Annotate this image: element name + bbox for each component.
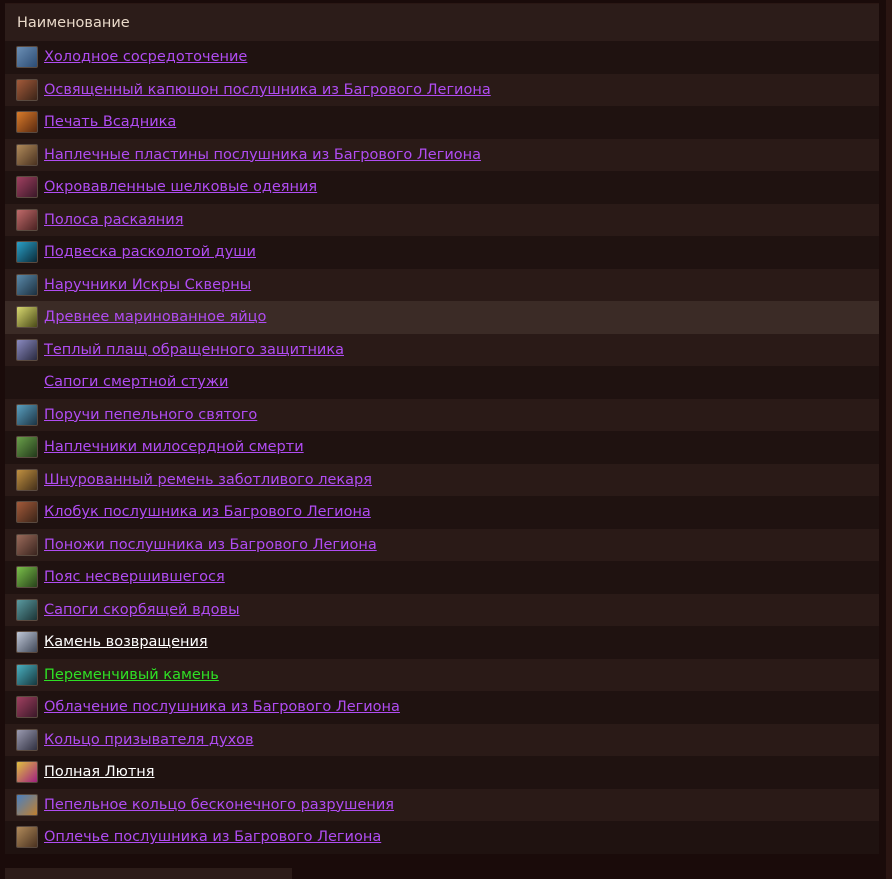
- ash-ring-icon[interactable]: [16, 793, 38, 816]
- item-link[interactable]: Оплечье послушника из Багрового Легиона: [44, 829, 381, 845]
- lute-icon[interactable]: [16, 761, 38, 784]
- table-row[interactable]: Печать Всадника: [5, 106, 879, 139]
- item-link[interactable]: Сапоги смертной стужи: [44, 374, 228, 390]
- table-row[interactable]: Наплечники милосердной смерти: [5, 431, 879, 464]
- table-row[interactable]: Древнее маринованное яйцо: [5, 301, 879, 334]
- table-row[interactable]: Оплечье послушника из Багрового Легиона: [5, 821, 879, 854]
- laced-belt-icon[interactable]: [16, 468, 38, 491]
- shifting-stone-icon[interactable]: [16, 663, 38, 686]
- belt-icon[interactable]: [16, 208, 38, 231]
- boots-icon[interactable]: [16, 598, 38, 621]
- item-link[interactable]: Полная Лютня: [44, 764, 155, 780]
- item-link[interactable]: Наплечники милосердной смерти: [44, 439, 304, 455]
- leggings-icon[interactable]: [16, 533, 38, 556]
- table-row[interactable]: Наручники Искры Скверны: [5, 268, 879, 301]
- items-table-body: Холодное сосредоточение Освященный капюшо…: [5, 41, 879, 854]
- item-link[interactable]: Переменчивый камень: [44, 667, 219, 683]
- item-link[interactable]: Кольцо призывателя духов: [44, 732, 254, 748]
- hearthstone-icon[interactable]: [16, 631, 38, 654]
- item-link[interactable]: Печать Всадника: [44, 114, 176, 130]
- column-header-label: Наименование: [17, 14, 130, 31]
- table-row[interactable]: Шнурованный ремень заботливого лекаря: [5, 463, 879, 496]
- vestment-icon[interactable]: [16, 696, 38, 719]
- pendant-icon[interactable]: [16, 241, 38, 264]
- item-link[interactable]: Сапоги скорбящей вдовы: [44, 602, 240, 618]
- table-row[interactable]: Полоса раскаяния: [5, 203, 879, 236]
- item-link[interactable]: Клобук послушника из Багрового Легиона: [44, 504, 371, 520]
- table-row[interactable]: Сапоги смертной стужи: [5, 366, 879, 399]
- table-row[interactable]: Поручи пепельного святого: [5, 398, 879, 431]
- item-link[interactable]: Холодное сосредоточение: [44, 49, 247, 65]
- item-link[interactable]: Подвеска расколотой души: [44, 244, 256, 260]
- robe-icon[interactable]: [16, 176, 38, 199]
- item-link[interactable]: Облачение послушника из Багрового Легион…: [44, 699, 400, 715]
- table-row[interactable]: Теплый плащ обращенного защитника: [5, 333, 879, 366]
- bottom-scrollbar[interactable]: [5, 868, 292, 879]
- item-link[interactable]: Поручи пепельного святого: [44, 407, 257, 423]
- table-row[interactable]: Переменчивый камень: [5, 658, 879, 691]
- table-row[interactable]: Холодное сосредоточение: [5, 41, 879, 74]
- bracers-icon[interactable]: [16, 273, 38, 296]
- item-link[interactable]: Пояс несвершившегося: [44, 569, 225, 585]
- table-row[interactable]: Освященный капюшон послушника из Багрово…: [5, 73, 879, 106]
- item-link[interactable]: Наплечные пластины послушника из Багрово…: [44, 147, 481, 163]
- item-link[interactable]: Теплый плащ обращенного защитника: [44, 342, 344, 358]
- wrist-guards-icon[interactable]: [16, 403, 38, 426]
- page-right-edge: [886, 0, 892, 879]
- item-link[interactable]: Шнурованный ремень заботливого лекаря: [44, 472, 372, 488]
- item-link[interactable]: Полоса раскаяния: [44, 212, 183, 228]
- frost-focus-icon[interactable]: [16, 46, 38, 69]
- item-link[interactable]: Наручники Искры Скверны: [44, 277, 251, 293]
- table-row[interactable]: Пояс несвершившегося: [5, 561, 879, 594]
- item-link[interactable]: Пепельное кольцо бесконечного разрушения: [44, 797, 394, 813]
- table-row[interactable]: Наплечные пластины послушника из Багрово…: [5, 138, 879, 171]
- cowl-icon[interactable]: [16, 501, 38, 524]
- table-row[interactable]: Подвеска расколотой души: [5, 236, 879, 269]
- item-link[interactable]: Камень возвращения: [44, 634, 208, 650]
- item-link[interactable]: Древнее маринованное яйцо: [44, 309, 266, 325]
- spirit-ring-icon[interactable]: [16, 728, 38, 751]
- shoulder-plates-icon[interactable]: [16, 143, 38, 166]
- seal-icon[interactable]: [16, 111, 38, 134]
- egg-icon[interactable]: [16, 306, 38, 329]
- column-header-name[interactable]: Наименование: [5, 4, 879, 41]
- table-row[interactable]: Полная Лютня: [5, 756, 879, 789]
- hood-icon[interactable]: [16, 78, 38, 101]
- table-row[interactable]: Облачение послушника из Багрового Легион…: [5, 691, 879, 724]
- cloak-icon[interactable]: [16, 338, 38, 361]
- items-table: Наименование Холодное сосредоточение Освя…: [5, 3, 879, 854]
- table-row[interactable]: Камень возвращения: [5, 626, 879, 659]
- table-row[interactable]: Поножи послушника из Багрового Легиона: [5, 528, 879, 561]
- item-link[interactable]: Освященный капюшон послушника из Багрово…: [44, 82, 491, 98]
- table-row[interactable]: Клобук послушника из Багрового Легиона: [5, 496, 879, 529]
- table-row[interactable]: Кольцо призывателя духов: [5, 723, 879, 756]
- mantle-icon[interactable]: [16, 826, 38, 849]
- table-row[interactable]: Сапоги скорбящей вдовы: [5, 593, 879, 626]
- table-row[interactable]: Окровавленные шелковые одеяния: [5, 171, 879, 204]
- table-row[interactable]: Пепельное кольцо бесконечного разрушения: [5, 788, 879, 821]
- item-link[interactable]: Поножи послушника из Багрового Легиона: [44, 537, 377, 553]
- sash-icon[interactable]: [16, 566, 38, 589]
- item-icon-placeholder[interactable]: [16, 371, 38, 393]
- shoulders-icon[interactable]: [16, 436, 38, 459]
- item-link[interactable]: Окровавленные шелковые одеяния: [44, 179, 317, 195]
